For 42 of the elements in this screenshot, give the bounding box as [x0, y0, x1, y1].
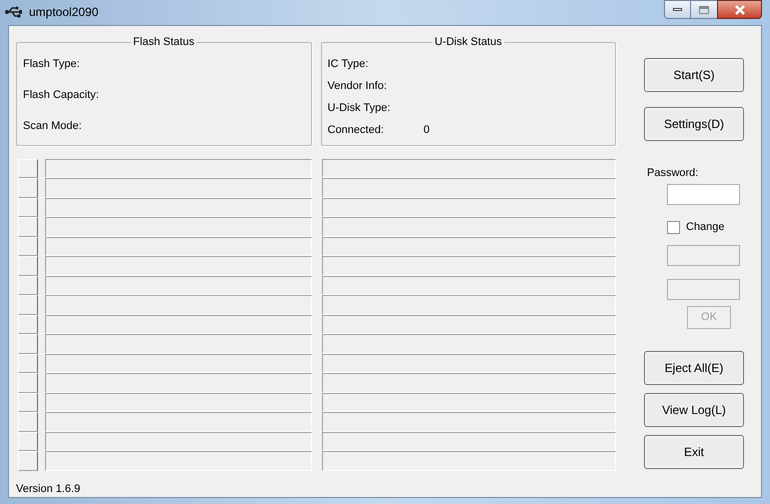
slot-button[interactable] — [18, 373, 38, 392]
version-text: Version 1.6.9 — [16, 482, 82, 496]
slot-button[interactable] — [18, 354, 38, 373]
group-title: Flash Status — [131, 34, 196, 48]
command-button[interactable]: Settings(D) — [644, 106, 744, 140]
close-icon — [734, 4, 746, 14]
usb-icon — [5, 5, 23, 20]
slot-button[interactable] — [18, 451, 38, 470]
field-label: Flash Type: — [23, 56, 81, 70]
command-button[interactable]: Start(S) — [644, 58, 744, 92]
close-button[interactable] — [717, 0, 762, 19]
change-checkbox[interactable] — [667, 220, 680, 234]
slot-button[interactable] — [18, 314, 38, 334]
slot-button[interactable] — [18, 256, 38, 276]
slot-button[interactable] — [18, 392, 38, 412]
change-label: Change — [686, 220, 725, 235]
slot-button[interactable] — [18, 198, 38, 217]
command-button[interactable]: View Log(L) — [644, 392, 744, 426]
password-field[interactable] — [667, 184, 740, 205]
field-label: IC Type: — [328, 56, 370, 70]
slot-button[interactable] — [18, 276, 38, 295]
slot-button[interactable] — [18, 178, 38, 198]
slot-button[interactable] — [18, 158, 38, 178]
group-title: U-Disk Status — [432, 34, 504, 48]
field-label: Connected: — [328, 122, 385, 136]
window-title: umptool2090 — [29, 4, 98, 22]
field-label: U-Disk Type: — [328, 100, 392, 114]
slot-button[interactable] — [18, 295, 38, 314]
field-label: Flash Capacity: — [23, 88, 100, 102]
maximize-button[interactable] — [691, 0, 717, 19]
minimize-button[interactable] — [664, 0, 691, 19]
slot-button[interactable] — [18, 236, 38, 256]
command-button[interactable]: Eject All(E) — [644, 350, 744, 384]
field-label: Scan Mode: — [23, 118, 83, 132]
slot-button[interactable] — [18, 217, 38, 236]
command-button[interactable]: Exit — [644, 434, 744, 468]
slot-button[interactable] — [18, 334, 38, 354]
slot-button[interactable] — [18, 412, 38, 432]
field-label: Vendor Info: — [328, 78, 388, 92]
slot-button[interactable] — [18, 432, 38, 451]
field-value: 0 — [424, 122, 430, 136]
password-label: Password: — [647, 166, 698, 180]
